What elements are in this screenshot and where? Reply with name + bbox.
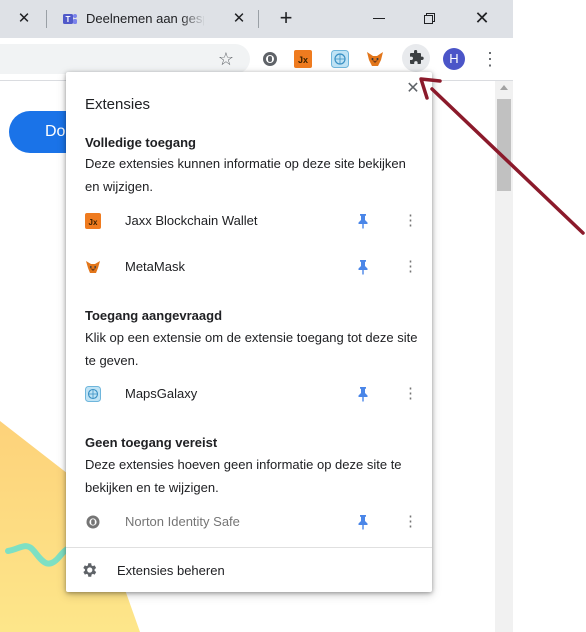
- mapsgalaxy-icon[interactable]: [331, 50, 349, 68]
- scrollbar-thumb[interactable]: [497, 99, 511, 191]
- extension-name: MapsGalaxy: [125, 386, 198, 401]
- more-options-icon[interactable]: ⋮: [403, 211, 418, 231]
- section-title: Volledige toegang: [85, 135, 196, 150]
- metamask-icon: [86, 261, 100, 273]
- more-options-icon[interactable]: ⋮: [403, 512, 418, 532]
- manage-extensions-label: Extensies beheren: [117, 563, 225, 578]
- metamask-icon[interactable]: [366, 50, 384, 68]
- section-title: Geen toegang vereist: [85, 435, 218, 450]
- extension-row-metamask[interactable]: MetaMask ⋮: [66, 247, 432, 287]
- more-options-icon[interactable]: ⋮: [403, 384, 418, 404]
- pin-icon[interactable]: [356, 213, 370, 229]
- section-title: Toegang aangevraagd: [85, 308, 223, 323]
- tab-title-fade: [180, 8, 206, 30]
- more-options-icon[interactable]: ⋮: [403, 257, 418, 277]
- extension-name: Jaxx Blockchain Wallet: [125, 213, 258, 228]
- extensions-popup: ✕ Extensies Volledige toegang Deze exten…: [66, 72, 432, 592]
- extension-row-jaxx[interactable]: Jx Jaxx Blockchain Wallet ⋮: [66, 201, 432, 241]
- page-scrollbar[interactable]: [495, 81, 513, 632]
- pin-icon[interactable]: [356, 386, 370, 402]
- address-bar[interactable]: [0, 44, 250, 74]
- extension-name: MetaMask: [125, 259, 185, 274]
- puzzle-icon: [410, 50, 424, 64]
- jaxx-icon[interactable]: Jx: [294, 50, 312, 68]
- new-tab-button[interactable]: +: [274, 6, 298, 30]
- manage-extensions-button[interactable]: Extensies beheren: [66, 548, 432, 592]
- gear-icon: [83, 563, 97, 577]
- restore-button[interactable]: [424, 13, 435, 24]
- background: [513, 0, 586, 632]
- tab-close-icon[interactable]: ✕: [229, 9, 249, 29]
- extensions-button[interactable]: [402, 44, 430, 72]
- teams-icon: T: [63, 14, 77, 24]
- svg-text:T: T: [66, 15, 71, 24]
- section-description: Deze extensies hoeven geen informatie op…: [85, 457, 402, 495]
- extension-row-mapsgalaxy[interactable]: MapsGalaxy ⋮: [66, 374, 432, 414]
- close-icon[interactable]: ✕: [404, 80, 422, 98]
- svg-text:Jx: Jx: [298, 55, 308, 65]
- scroll-up-arrow-icon[interactable]: [500, 85, 508, 90]
- norton-icon[interactable]: [261, 50, 279, 68]
- pin-icon[interactable]: [356, 514, 370, 530]
- extension-name: Norton Identity Safe: [125, 514, 240, 529]
- jaxx-icon: Jx: [85, 213, 101, 229]
- tab-separator: [46, 10, 47, 28]
- popup-title: Extensies: [85, 96, 151, 113]
- bookmark-star-icon[interactable]: ☆: [215, 48, 237, 70]
- minimize-button[interactable]: [373, 8, 387, 28]
- profile-avatar[interactable]: H: [443, 48, 465, 70]
- window-close-button[interactable]: ✕: [472, 6, 492, 30]
- section-description: Klik op een extensie om de extensie toeg…: [85, 330, 418, 368]
- tab-separator: [258, 10, 259, 28]
- tab-close-icon[interactable]: ✕: [14, 9, 34, 29]
- norton-icon: [86, 515, 100, 529]
- extension-row-norton[interactable]: Norton Identity Safe ⋮: [66, 502, 432, 542]
- section-description: Deze extensies kunnen informatie op deze…: [85, 156, 406, 194]
- mapsgalaxy-icon: [85, 386, 101, 402]
- pin-icon[interactable]: [356, 259, 370, 275]
- browser-menu-icon[interactable]: ⋮: [481, 48, 499, 70]
- svg-text:Jx: Jx: [89, 218, 98, 227]
- tab-strip: ✕ T Deelnemen aan gesprek ✕ + ✕: [0, 0, 513, 38]
